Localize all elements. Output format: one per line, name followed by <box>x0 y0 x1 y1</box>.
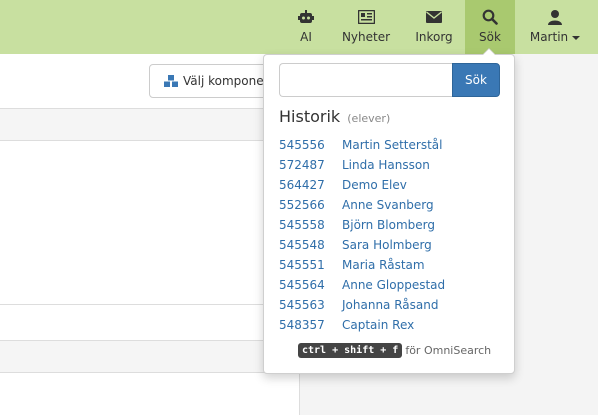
student-id: 545558 <box>279 218 325 232</box>
search-dropdown: Sök Historik (elever) 545556 Martin Sette… <box>263 48 515 374</box>
history-item[interactable]: 545551 Maria Råstam <box>279 255 504 275</box>
history-item[interactable]: 552566 Anne Svanberg <box>279 195 504 215</box>
nav-search[interactable]: Sök <box>465 0 515 54</box>
student-id: 545563 <box>279 298 325 312</box>
student-name: Björn Blomberg <box>342 218 435 232</box>
history-list: 545556 Martin Setterstål 572487 Linda Hans… <box>279 135 504 335</box>
content-panel-secondary <box>0 340 300 415</box>
nav-news[interactable]: Nyheter <box>337 0 395 54</box>
top-navbar: AI Nyheter Inkorg Sök Martin <box>0 0 598 54</box>
newspaper-icon <box>357 9 375 25</box>
student-name: Demo Elev <box>342 178 407 192</box>
history-item[interactable]: 564427 Demo Elev <box>279 175 504 195</box>
nav-inbox-label: Inkorg <box>415 30 453 44</box>
student-name: Maria Råstam <box>342 258 425 272</box>
history-item[interactable]: 545558 Björn Blomberg <box>279 215 504 235</box>
student-name: Linda Hansson <box>342 158 430 172</box>
student-name: Anne Gloppestad <box>342 278 446 292</box>
student-id: 545556 <box>279 138 325 152</box>
nav-news-label: Nyheter <box>341 30 391 44</box>
nav-inbox[interactable]: Inkorg <box>408 0 460 54</box>
panel-header-secondary <box>0 341 299 373</box>
search-input[interactable] <box>279 63 453 97</box>
shortcut-description: för OmniSearch <box>405 344 492 357</box>
history-item[interactable]: 545556 Martin Setterstål <box>279 135 504 155</box>
keyboard-shortcut: ctrl + shift + f <box>298 343 403 358</box>
student-id: 552566 <box>279 198 325 212</box>
envelope-icon <box>426 9 442 25</box>
content-panel <box>0 108 300 305</box>
history-heading: Historik (elever) <box>279 107 390 126</box>
student-id: 572487 <box>279 158 325 172</box>
nav-ai[interactable]: AI <box>286 0 326 54</box>
history-item[interactable]: 545563 Johanna Råsand <box>279 295 504 315</box>
student-name: Martin Setterstål <box>342 138 443 152</box>
student-name: Sara Holmberg <box>342 238 432 252</box>
history-item[interactable]: 548357 Captain Rex <box>279 315 504 335</box>
nav-search-label: Sök <box>479 30 501 44</box>
history-subtitle: (elever) <box>347 112 391 125</box>
history-title: Historik <box>279 107 341 126</box>
student-id: 545551 <box>279 258 325 272</box>
history-item[interactable]: 545564 Anne Gloppestad <box>279 275 504 295</box>
search-submit-button[interactable]: Sök <box>452 63 500 97</box>
search-icon <box>482 9 498 25</box>
cubes-icon <box>164 74 178 88</box>
nav-ai-label: AI <box>300 30 312 44</box>
omnisearch-shortcut-hint: ctrl + shift + f för OmniSearch <box>298 343 491 358</box>
user-icon <box>547 9 563 25</box>
student-id: 545564 <box>279 278 325 292</box>
chevron-down-icon <box>572 35 581 40</box>
panel-header <box>0 109 299 141</box>
student-name: Anne Svanberg <box>342 198 434 212</box>
student-id: 548357 <box>279 318 325 332</box>
nav-user-label: Martin <box>529 30 569 44</box>
robot-icon <box>298 9 314 25</box>
history-item[interactable]: 572487 Linda Hansson <box>279 155 504 175</box>
nav-user-menu[interactable]: Martin <box>523 0 587 54</box>
history-item[interactable]: 545548 Sara Holmberg <box>279 235 504 255</box>
student-id: 564427 <box>279 178 325 192</box>
student-name: Captain Rex <box>342 318 415 332</box>
student-name: Johanna Råsand <box>342 298 439 312</box>
student-id: 545548 <box>279 238 325 252</box>
